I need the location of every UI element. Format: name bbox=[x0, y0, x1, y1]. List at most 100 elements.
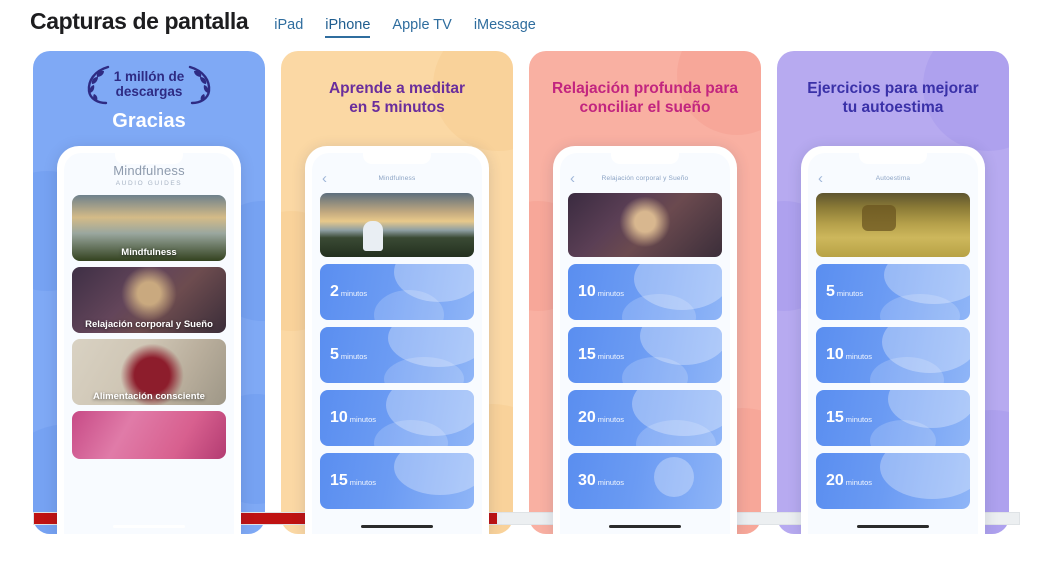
tile-number: 2 bbox=[330, 283, 339, 300]
duration-tile[interactable]: 15 minutos bbox=[568, 327, 722, 383]
tile-unit: minutos bbox=[845, 478, 873, 487]
screenshot-card-aprende[interactable]: Aprende a meditar en 5 minutos ‹ Mindful… bbox=[281, 51, 513, 534]
app-subtitle: AUDIO GUIDES bbox=[115, 180, 183, 187]
duration-tile[interactable]: 10 minutos bbox=[320, 390, 474, 446]
list-item[interactable]: Relajación corporal y Sueño bbox=[72, 267, 226, 333]
tile-unit: minutos bbox=[349, 415, 377, 424]
duration-tile[interactable]: 10 minutos bbox=[816, 327, 970, 383]
nav-bar: ‹ Mindfulness bbox=[320, 163, 474, 193]
card-headline: Gracias bbox=[112, 110, 186, 132]
laurel-right-icon bbox=[189, 65, 211, 105]
nav-title: Autoestima bbox=[875, 174, 911, 182]
phone-screen: ‹ Autoestima 5 minutos 10 minutos 15 min… bbox=[808, 153, 978, 534]
tile-label: 10 minutos bbox=[578, 283, 624, 301]
list-item[interactable]: Mindfulness bbox=[72, 195, 226, 261]
tile-number: 30 bbox=[578, 472, 596, 489]
list-item-label: Mindfulness bbox=[121, 247, 177, 258]
screenshot-card-list: 1 millón de descargas Gracias Mindfulnes… bbox=[0, 51, 1052, 534]
duration-tile[interactable]: 5 minutos bbox=[816, 264, 970, 320]
phone-mockup: ‹ Mindfulness 2 minutos 5 minutos 10 min… bbox=[305, 146, 489, 534]
duration-tile[interactable]: 10 minutos bbox=[568, 264, 722, 320]
duration-tile[interactable]: 20 minutos bbox=[816, 453, 970, 509]
duration-tile[interactable]: 15 minutos bbox=[816, 390, 970, 446]
tile-number: 5 bbox=[330, 346, 339, 363]
tile-label: 10 minutos bbox=[330, 409, 376, 427]
card-title: Relajación profunda para conciliar el su… bbox=[551, 80, 739, 117]
app-name: Mindfulness bbox=[113, 163, 185, 178]
home-indicator bbox=[857, 525, 929, 528]
tile-label: 15 minutos bbox=[826, 409, 872, 427]
home-indicator bbox=[609, 525, 681, 528]
duration-tile[interactable]: 15 minutos bbox=[320, 453, 474, 509]
tile-decoration bbox=[394, 453, 474, 495]
home-indicator bbox=[113, 525, 185, 528]
tile-unit: minutos bbox=[349, 478, 377, 487]
list-item[interactable] bbox=[72, 411, 226, 459]
tile-label: 20 minutos bbox=[826, 472, 872, 490]
hero-image bbox=[816, 193, 970, 257]
phone-notch bbox=[611, 153, 679, 164]
tile-number: 20 bbox=[826, 472, 844, 489]
tile-unit: minutos bbox=[845, 352, 873, 361]
screenshot-gallery[interactable]: 1 millón de descargas Gracias Mindfulnes… bbox=[0, 42, 1052, 534]
screenshot-card-relajacion[interactable]: Relajación profunda para conciliar el su… bbox=[529, 51, 761, 534]
tile-unit: minutos bbox=[845, 415, 873, 424]
back-chevron-icon[interactable]: ‹ bbox=[322, 171, 327, 186]
nav-bar: ‹ Autoestima bbox=[816, 163, 970, 193]
screenshots-header: Capturas de pantalla iPad iPhone Apple T… bbox=[0, 0, 1052, 42]
tab-imessage[interactable]: iMessage bbox=[474, 17, 536, 37]
tile-unit: minutos bbox=[340, 289, 368, 298]
tile-label: 10 minutos bbox=[826, 346, 872, 364]
hero-image bbox=[320, 193, 474, 257]
duration-tile[interactable]: 5 minutos bbox=[320, 327, 474, 383]
page-title: Capturas de pantalla bbox=[30, 8, 249, 34]
phone-mockup: ‹ Relajación corporal y Sueño 10 minutos bbox=[553, 146, 737, 534]
card-title: Aprende a meditar en 5 minutos bbox=[328, 80, 466, 117]
duration-tile[interactable]: 20 minutos bbox=[568, 390, 722, 446]
tile-label: 30 minutos bbox=[578, 472, 624, 490]
phone-notch bbox=[363, 153, 431, 164]
duration-tile[interactable]: 30 minutos bbox=[568, 453, 722, 509]
tile-unit: minutos bbox=[597, 415, 625, 424]
tile-unit: minutos bbox=[597, 289, 625, 298]
nav-title: Relajación corporal y Sueño bbox=[601, 174, 689, 182]
phone-mockup: ‹ Autoestima 5 minutos 10 minutos 15 min… bbox=[801, 146, 985, 534]
tile-number: 5 bbox=[826, 283, 835, 300]
tile-unit: minutos bbox=[340, 352, 368, 361]
list-item[interactable]: Alimentación consciente bbox=[72, 339, 226, 405]
back-chevron-icon[interactable]: ‹ bbox=[818, 171, 823, 186]
phone-screen: ‹ Mindfulness 2 minutos 5 minutos 10 min… bbox=[312, 153, 482, 534]
tile-number: 15 bbox=[330, 472, 348, 489]
home-indicator bbox=[361, 525, 433, 528]
tile-label: 5 minutos bbox=[826, 283, 863, 301]
list-item-label: Relajación corporal y Sueño bbox=[85, 319, 213, 330]
tile-unit: minutos bbox=[597, 352, 625, 361]
phone-mockup: Mindfulness AUDIO GUIDES Mindfulness Rel… bbox=[57, 146, 241, 534]
back-chevron-icon[interactable]: ‹ bbox=[570, 171, 575, 186]
tab-apple-tv[interactable]: Apple TV bbox=[392, 17, 451, 37]
badge-label: 1 millón de descargas bbox=[113, 69, 185, 99]
tile-unit: minutos bbox=[836, 289, 864, 298]
platform-tabs: iPad iPhone Apple TV iMessage bbox=[274, 17, 536, 38]
duration-tile[interactable]: 2 minutos bbox=[320, 264, 474, 320]
nav-title: Mindfulness bbox=[378, 174, 416, 182]
list-item-label: Alimentación consciente bbox=[93, 391, 205, 402]
tab-iphone[interactable]: iPhone bbox=[325, 17, 371, 38]
downloads-badge: 1 millón de descargas bbox=[33, 65, 265, 105]
tile-label: 5 minutos bbox=[330, 346, 367, 364]
tile-number: 15 bbox=[826, 409, 844, 426]
phone-screen: Mindfulness AUDIO GUIDES Mindfulness Rel… bbox=[64, 153, 234, 534]
tab-ipad[interactable]: iPad bbox=[274, 17, 303, 37]
tile-decoration bbox=[880, 453, 970, 499]
phone-screen: ‹ Relajación corporal y Sueño 10 minutos bbox=[560, 153, 730, 534]
card-title: Ejercicios para mejorar tu autoestima bbox=[807, 80, 979, 117]
tile-label: 20 minutos bbox=[578, 409, 624, 427]
screenshot-card-autoestima[interactable]: Ejercicios para mejorar tu autoestima ‹ … bbox=[777, 51, 1009, 534]
tile-unit: minutos bbox=[597, 478, 625, 487]
screenshot-card-gracias[interactable]: 1 millón de descargas Gracias Mindfulnes… bbox=[33, 51, 265, 534]
tile-number: 15 bbox=[578, 346, 596, 363]
tile-number: 10 bbox=[578, 283, 596, 300]
tile-number: 10 bbox=[330, 409, 348, 426]
nav-bar: ‹ Relajación corporal y Sueño bbox=[568, 163, 722, 193]
tile-label: 15 minutos bbox=[330, 472, 376, 490]
